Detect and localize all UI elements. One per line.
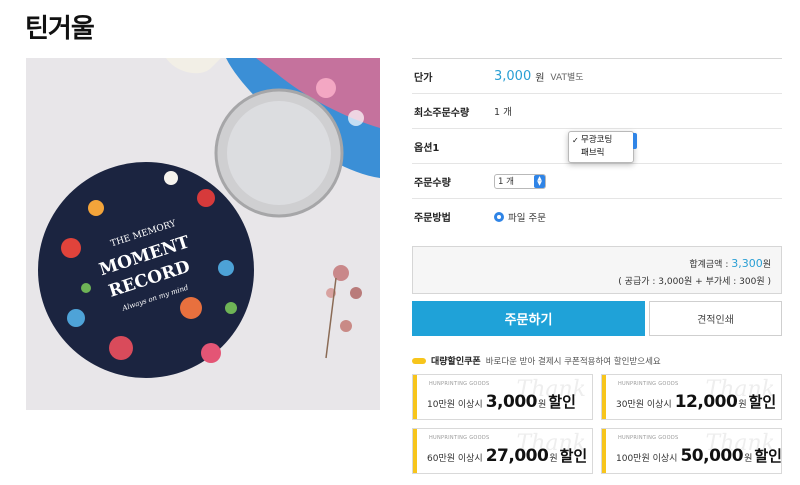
coupon-won: 원: [538, 400, 547, 410]
qty-value: 1 개: [498, 177, 514, 187]
coupon-off: 할인: [548, 393, 576, 411]
coupon-grid: Thank HUNPRINTING GOODS 10만원 이상시 3,000 원…: [412, 374, 782, 474]
total-breakdown: ( 공급가 : 3,000원 + 부가세 : 300원 ): [618, 277, 771, 287]
price-label: 단가: [414, 72, 433, 84]
coupon-title: 대량할인쿠폰: [431, 357, 481, 367]
total-amount: 3,300: [731, 257, 763, 270]
coupon-brand: HUNPRINTING GOODS: [618, 435, 679, 441]
min-qty-label: 최소주문수량: [414, 107, 470, 119]
min-qty-value: 1 개: [494, 107, 512, 118]
option-label: 옵션1: [414, 142, 440, 154]
coupon-won: 원: [549, 454, 558, 464]
coupon-header: 대량할인쿠폰 바로다운 받아 결제시 쿠폰적용하여 할인받으세요: [412, 354, 661, 367]
coupon-condition: 10만원 이상시: [427, 400, 483, 410]
coupon-card[interactable]: Thank HUNPRINTING GOODS 100만원 이상시 50,000…: [601, 428, 782, 474]
coupon-amount: 27,000: [485, 446, 549, 466]
dropdown-scroll-indicator: [633, 132, 637, 149]
coupon-card[interactable]: Thank HUNPRINTING GOODS 30만원 이상시 12,000 …: [601, 374, 782, 420]
option-item-label: 무광코팅: [581, 134, 613, 145]
total-prefix: 합계금액 :: [689, 260, 732, 270]
coupon-desc: 바로다운 받아 결제시 쿠폰적용하여 할인받으세요: [485, 356, 661, 367]
method-row: 주문방법 파일 주문: [412, 199, 782, 234]
coupon-amount: 3,000: [485, 392, 538, 412]
coupon-off: 할인: [754, 447, 782, 465]
page-title: 틴거울: [25, 14, 95, 44]
coupon-pill-icon: [412, 357, 426, 364]
price-value: 3,000: [494, 68, 532, 84]
coupon-won: 원: [744, 454, 753, 464]
vat-note: VAT별도: [550, 72, 584, 83]
coupon-amount: 50,000: [680, 446, 744, 466]
option-item-label: 패브릭: [581, 147, 605, 158]
spec-table: 단가 3,000 원 VAT별도 최소주문수량 1 개 옵션1 ✓ 무광코팅 패…: [412, 58, 782, 234]
option-item-fabric[interactable]: 패브릭: [569, 147, 633, 160]
price-row: 단가 3,000 원 VAT별도: [412, 59, 782, 94]
total-suffix: 원: [762, 260, 771, 270]
coupon-off: 할인: [748, 393, 777, 411]
price-unit: 원: [535, 72, 545, 84]
radio-selected-icon[interactable]: [494, 211, 504, 222]
min-qty-row: 최소주문수량 1 개: [412, 94, 782, 129]
coupon-condition: 60만원 이상시: [427, 454, 483, 464]
product-image: THE MEMORY MOMENT RECORD Always on my mi…: [26, 58, 380, 410]
coupon-condition: 100만원 이상시: [616, 454, 678, 464]
option-dropdown[interactable]: ✓ 무광코팅 패브릭: [568, 130, 637, 163]
coupon-brand: HUNPRINTING GOODS: [429, 435, 490, 441]
qty-row: 주문수량 1 개 ▲ ▼: [412, 164, 782, 199]
coupon-won: 원: [738, 400, 747, 410]
coupon-off: 할인: [559, 447, 588, 465]
updown-stepper-icon[interactable]: ▲ ▼: [534, 174, 545, 188]
coupon-brand: HUNPRINTING GOODS: [429, 381, 490, 387]
coupon-condition: 30만원 이상시: [616, 400, 672, 410]
check-icon: ✓: [572, 135, 579, 145]
total-box: 합계금액 : 3,300원 ( 공급가 : 3,000원 + 부가세 : 300…: [412, 246, 782, 294]
coupon-brand: HUNPRINTING GOODS: [618, 381, 679, 387]
order-button[interactable]: 주문하기: [412, 301, 645, 336]
qty-select[interactable]: 1 개 ▲ ▼: [494, 173, 546, 189]
coupon-card[interactable]: Thank HUNPRINTING GOODS 10만원 이상시 3,000 원…: [412, 374, 593, 420]
quote-print-button[interactable]: 견적인쇄: [649, 301, 782, 336]
option-item-matte[interactable]: ✓ 무광코팅: [569, 134, 633, 147]
method-label: 주문방법: [414, 213, 451, 224]
qty-label: 주문수량: [414, 177, 451, 189]
option-row: 옵션1 ✓ 무광코팅 패브릭: [412, 129, 782, 164]
coupon-amount: 12,000: [674, 392, 738, 412]
method-value: 파일 주문: [508, 212, 546, 224]
coupon-card[interactable]: Thank HUNPRINTING GOODS 60만원 이상시 27,000 …: [412, 428, 593, 474]
